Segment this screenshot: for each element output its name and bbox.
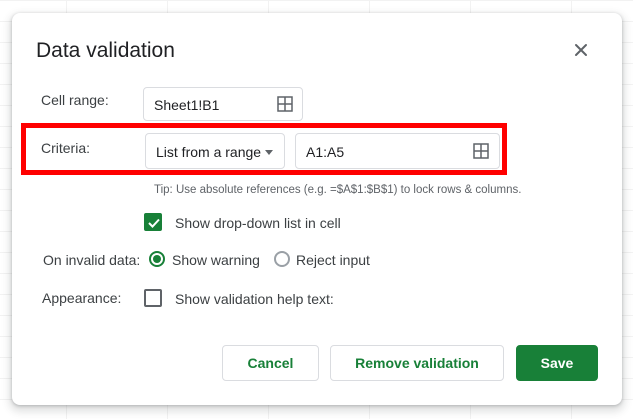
chevron-down-icon	[265, 150, 273, 155]
cell-range-value: Sheet1!B1	[154, 97, 220, 113]
show-dropdown-label: Show drop-down list in cell	[175, 215, 341, 231]
save-button[interactable]: Save	[516, 345, 598, 381]
appearance-label: Appearance:	[42, 290, 122, 306]
invalid-data-label: On invalid data:	[43, 252, 141, 268]
show-warning-radio[interactable]	[149, 251, 165, 267]
cell-range-input[interactable]: Sheet1!B1	[143, 87, 303, 121]
criteria-range-value: A1:A5	[306, 144, 345, 160]
show-warning-label: Show warning	[172, 252, 260, 268]
reject-input-label: Reject input	[296, 252, 370, 268]
reject-input-radio[interactable]	[274, 251, 290, 267]
dialog-title: Data validation	[36, 39, 175, 62]
criteria-label: Criteria:	[41, 140, 91, 156]
criteria-type-select[interactable]: List from a range	[145, 133, 285, 169]
grid-icon[interactable]	[277, 96, 293, 112]
data-validation-dialog: Data validation Cell range: Sheet1!B1 Cr…	[12, 13, 622, 405]
remove-validation-button[interactable]: Remove validation	[330, 345, 504, 381]
show-dropdown-checkbox[interactable]	[144, 213, 162, 231]
criteria-type-value: List from a range	[156, 144, 262, 160]
close-button[interactable]	[569, 38, 593, 62]
help-text-label: Show validation help text:	[175, 291, 334, 307]
cell-range-label: Cell range:	[41, 92, 109, 108]
close-icon	[575, 44, 587, 56]
check-icon	[148, 218, 160, 228]
tip-text: Tip: Use absolute references (e.g. =$A$1…	[154, 184, 522, 196]
grid-icon[interactable]	[473, 143, 489, 159]
help-text-checkbox[interactable]	[144, 289, 162, 307]
cancel-button[interactable]: Cancel	[222, 345, 319, 381]
criteria-range-input[interactable]: A1:A5	[295, 133, 500, 169]
